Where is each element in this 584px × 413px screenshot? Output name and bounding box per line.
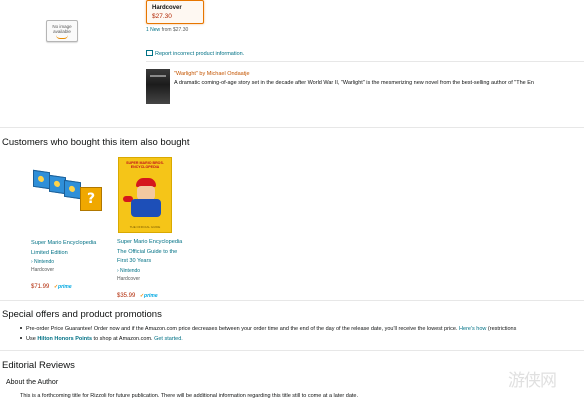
block-art (64, 179, 81, 200)
promo-description: A dramatic coming-of-age story set in th… (174, 80, 534, 86)
format-price: $27.30 (152, 13, 172, 20)
product-price-row: $35.99 ✓prime (117, 284, 197, 302)
no-image-text: No image available (52, 24, 72, 34)
block-art (33, 169, 50, 190)
product-format: Hardcover (31, 267, 55, 273)
new-from-price: $27.30 (172, 27, 189, 33)
divider (146, 61, 584, 62)
product-title[interactable]: Super Mario Encyclopedia Limited Edition (31, 239, 111, 258)
get-started-link[interactable]: Get started. (154, 336, 183, 342)
about-author-text: This is a forthcoming title for Rizzoli … (20, 393, 359, 399)
mario-art (137, 186, 155, 200)
section-divider (0, 127, 584, 128)
offer-item: Use Hilton Honors Points to shop at Amaz… (20, 336, 183, 342)
product-author-link[interactable]: › Nintendo (31, 258, 111, 266)
format-option-hardcover[interactable]: Hardcover $27.30 (146, 0, 204, 24)
report-link[interactable]: Report incorrect product information. (155, 51, 244, 57)
feedback-icon (146, 50, 153, 56)
product-price: $35.99 (117, 292, 136, 299)
product-format: Hardcover (117, 275, 141, 282)
report-incorrect-info[interactable]: Report incorrect product information. (146, 50, 244, 57)
new-from-text: from (160, 27, 173, 33)
special-offers-heading: Special offers and product promotions (2, 309, 162, 320)
watermark-logo: 游侠网 (508, 371, 557, 391)
bullet-icon (20, 337, 22, 339)
offer-item: Pre-order Price Guarantee! Order now and… (20, 326, 516, 332)
editorial-reviews-heading: Editorial Reviews (2, 360, 75, 371)
prime-badge-icon: ✓prime (53, 284, 72, 290)
new-offers-link[interactable]: 1 New (146, 27, 160, 33)
product-price-row: $71.99 ✓prime (31, 275, 111, 293)
prime-badge-icon: ✓prime (139, 292, 158, 299)
heres-how-link[interactable]: Here's how (459, 326, 486, 332)
cover-title: SUPER MARIO BROS. ENCYCLOPEDIA (126, 161, 164, 169)
promo-book-thumbnail[interactable] (146, 69, 170, 104)
no-image-placeholder: No image available (46, 20, 78, 42)
new-offers: 1 New from $27.30 (146, 27, 188, 33)
also-bought-heading: Customers who bought this item also boug… (2, 137, 190, 148)
product-price: $71.99 (31, 284, 50, 290)
question-block-art: ? (80, 187, 102, 211)
promo-title-link[interactable]: "Warlight" by Michael Ondaatje (174, 71, 250, 77)
about-author-heading: About the Author (6, 379, 59, 386)
product-image-mario-limited[interactable]: ? (31, 157, 107, 235)
hilton-honors-link[interactable]: Hilton Honors Points (37, 336, 92, 342)
section-divider (0, 300, 584, 301)
section-divider (0, 350, 584, 351)
cover-footer: THE OFFICIAL GUIDE (129, 225, 161, 229)
product-title[interactable]: Super Mario Encyclopedia The Official Gu… (117, 238, 197, 267)
format-name: Hardcover (152, 5, 182, 11)
bullet-icon (20, 327, 22, 329)
product-card[interactable]: SUPER MARIO BROS. ENCYCLOPEDIA THE OFFIC… (117, 157, 197, 302)
amazon-smile-icon (56, 35, 68, 39)
product-author-link[interactable]: › Nintendo (117, 267, 197, 275)
product-image-mario-guide[interactable]: SUPER MARIO BROS. ENCYCLOPEDIA THE OFFIC… (118, 157, 172, 233)
product-card[interactable]: ? Super Mario Encyclopedia Limited Editi… (31, 157, 111, 293)
mario-art (131, 199, 161, 217)
